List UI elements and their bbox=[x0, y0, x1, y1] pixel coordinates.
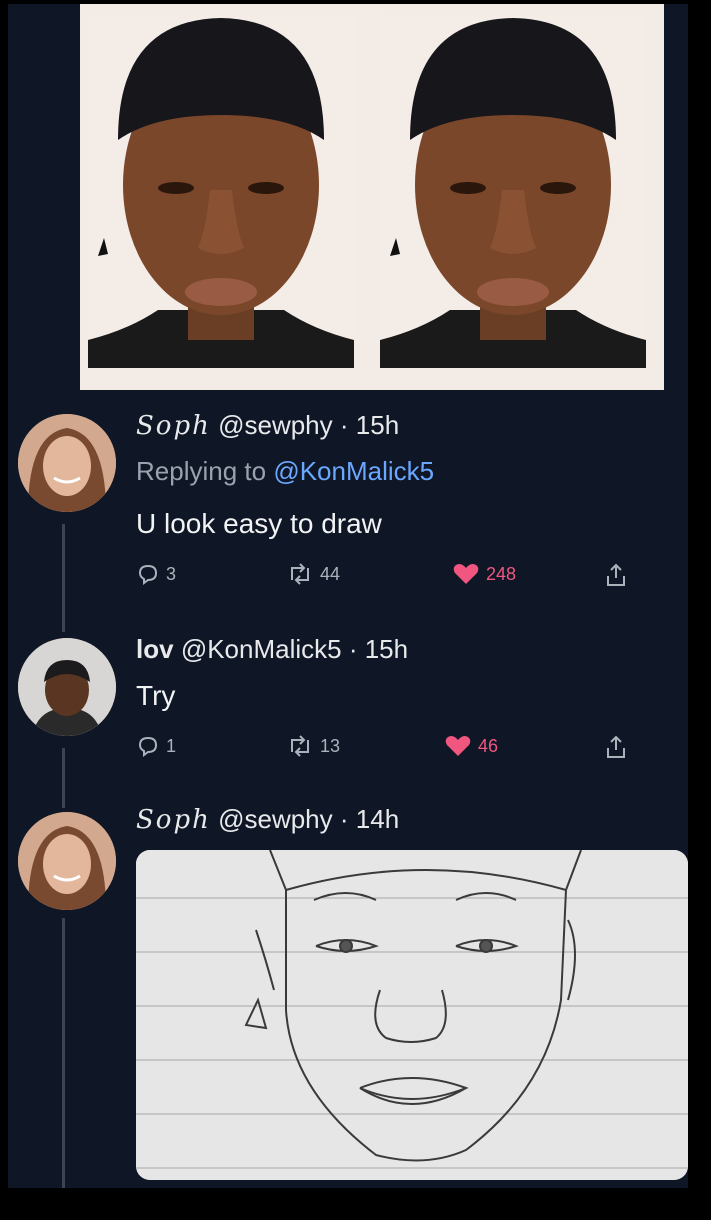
tweet-actions: 3 44 248 bbox=[136, 562, 636, 596]
like-count: 46 bbox=[478, 735, 499, 756]
handle[interactable]: @KonMalick5 bbox=[181, 634, 342, 664]
mention-link[interactable]: @KonMalick5 bbox=[273, 456, 434, 486]
retweet-icon bbox=[291, 735, 309, 757]
retweet-button[interactable]: 13 bbox=[286, 734, 340, 758]
retweet-count: 13 bbox=[320, 735, 341, 756]
timestamp[interactable]: · 14h bbox=[340, 804, 399, 834]
share-button[interactable] bbox=[604, 734, 628, 760]
reply-count: 1 bbox=[166, 735, 177, 756]
like-count: 248 bbox=[486, 563, 517, 584]
reply-button[interactable]: 1 bbox=[136, 734, 176, 758]
photo-comparison-card[interactable] bbox=[80, 4, 664, 390]
like-button[interactable]: 46 bbox=[444, 734, 498, 758]
thread-connector bbox=[62, 918, 65, 1188]
reply-count: 3 bbox=[166, 563, 177, 584]
share-button[interactable] bbox=[604, 562, 628, 588]
handle[interactable]: @sewphy bbox=[218, 410, 333, 440]
tweet-thread-screen: Soph @sewphy · 15h Replying to @KonMalic… bbox=[8, 4, 688, 1188]
retweet-count: 44 bbox=[320, 563, 341, 584]
retweet-button[interactable]: 44 bbox=[286, 562, 340, 586]
share-icon bbox=[607, 735, 625, 758]
avatar[interactable] bbox=[18, 812, 116, 910]
portrait-photo-left[interactable] bbox=[88, 10, 354, 368]
heart-icon bbox=[445, 736, 471, 756]
display-name[interactable]: Soph bbox=[136, 411, 211, 441]
handle[interactable]: @sewphy bbox=[218, 804, 333, 834]
tweet-header: Soph @sewphy · 15h bbox=[136, 410, 399, 441]
tweet-text: U look easy to draw bbox=[136, 508, 382, 539]
tweet-header: lov @KonMalick5 · 15h bbox=[136, 634, 408, 665]
tweet-header: Soph @sewphy · 14h bbox=[136, 804, 399, 835]
avatar[interactable] bbox=[18, 414, 116, 512]
retweet-icon bbox=[291, 563, 309, 585]
thread-connector bbox=[62, 748, 65, 808]
timestamp[interactable]: · 15h bbox=[349, 634, 408, 664]
tweet-text: Try bbox=[136, 680, 176, 711]
display-name[interactable]: lov bbox=[136, 634, 174, 664]
sketch-drawing-image[interactable] bbox=[136, 850, 688, 1180]
tweet-actions: 1 13 46 bbox=[136, 734, 636, 768]
timestamp[interactable]: · 15h bbox=[340, 410, 399, 440]
share-icon bbox=[607, 563, 625, 586]
portrait-photo-right[interactable] bbox=[380, 10, 646, 368]
reply-button[interactable]: 3 bbox=[136, 562, 176, 586]
display-name[interactable]: Soph bbox=[136, 805, 211, 835]
reply-icon bbox=[138, 564, 158, 585]
like-button[interactable]: 248 bbox=[452, 562, 516, 586]
replying-prefix: Replying to bbox=[136, 456, 267, 486]
replying-to: Replying to @KonMalick5 bbox=[136, 456, 434, 487]
thread-connector bbox=[62, 524, 65, 632]
reply-icon bbox=[138, 736, 158, 757]
avatar[interactable] bbox=[18, 638, 116, 736]
heart-icon bbox=[453, 564, 479, 584]
